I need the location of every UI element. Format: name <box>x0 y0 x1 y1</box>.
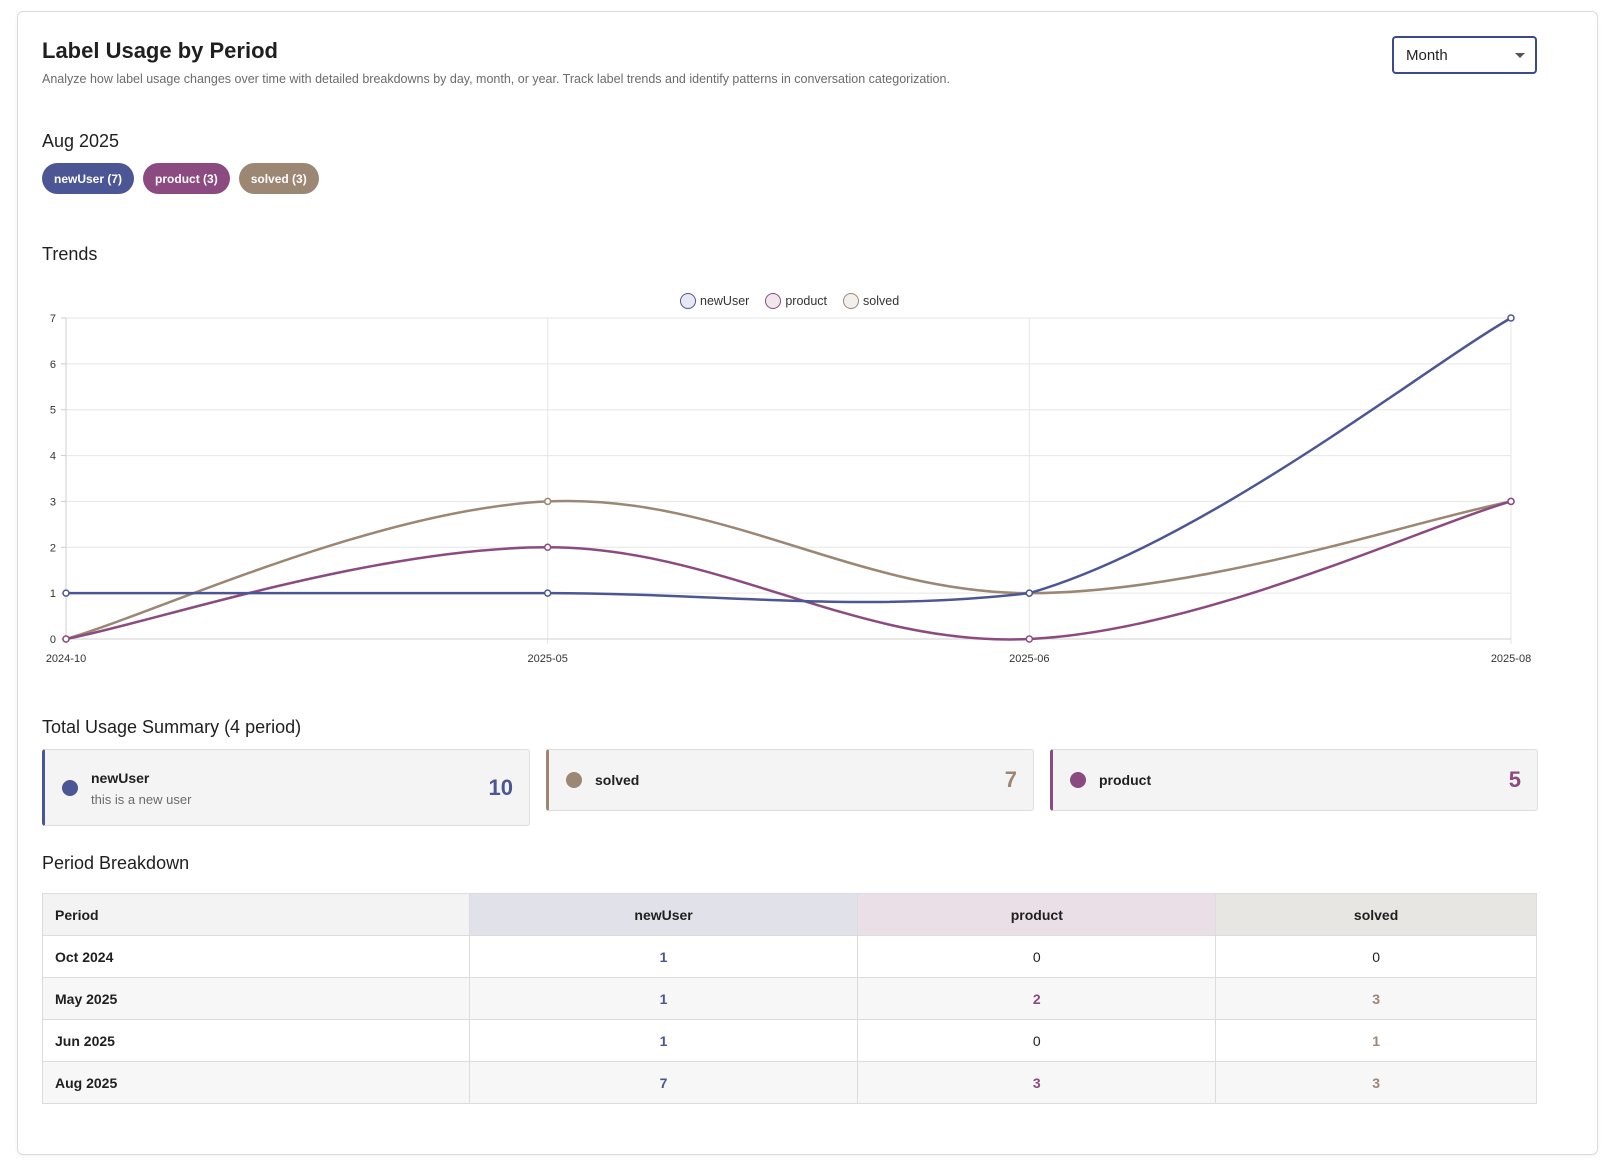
data-point[interactable] <box>543 589 552 597</box>
table-row: May 2025 1 2 3 <box>42 977 1537 1020</box>
y-tick-label: 3 <box>50 496 56 508</box>
chevron-down-icon <box>1515 53 1525 58</box>
count-cell: 0 <box>857 935 1217 978</box>
series-line-solved <box>65 499 1512 641</box>
period-granularity-select[interactable]: Month <box>1392 36 1537 74</box>
label-color-dot <box>566 772 582 788</box>
y-tick-label: 5 <box>50 405 56 417</box>
table-row: Jun 2025 1 0 1 <box>42 1019 1537 1062</box>
summary-count: 10 <box>488 775 513 800</box>
count-cell: 1 <box>468 977 859 1020</box>
breakdown-title: Period Breakdown <box>42 853 190 873</box>
count-cell: 3 <box>1215 1061 1537 1104</box>
x-tick-label: 2024-10 <box>46 653 86 665</box>
summary-card-newUser: newUser this is a new user 10 <box>42 749 530 826</box>
count-cell: 2 <box>857 977 1217 1020</box>
summary-label-name: product <box>1099 772 1152 788</box>
series-line-product <box>65 500 1512 641</box>
summary-card-solved: solved 7 <box>546 749 1034 811</box>
y-tick-label: 1 <box>50 588 56 600</box>
summary-label-description: this is a new user <box>91 792 192 807</box>
y-tick-label: 7 <box>50 313 56 325</box>
period-granularity-value: Month <box>1406 47 1448 64</box>
data-point[interactable] <box>543 543 552 552</box>
label-chip[interactable]: newUser (7) <box>42 163 135 194</box>
table-row: Aug 2025 7 3 3 <box>42 1061 1537 1104</box>
count-cell: 1 <box>468 935 859 978</box>
period-cell: May 2025 <box>42 977 470 1020</box>
x-tick-label: 2025-06 <box>1009 653 1049 665</box>
current-period-chips: newUser (7) product (3) solved (3) <box>42 163 319 194</box>
x-tick-label: 2025-05 <box>527 653 567 665</box>
column-header-product[interactable]: product <box>857 893 1217 936</box>
period-cell: Jun 2025 <box>42 1019 470 1062</box>
label-chip[interactable]: solved (3) <box>238 163 319 194</box>
period-cell: Aug 2025 <box>42 1061 470 1104</box>
y-tick-label: 0 <box>50 634 56 646</box>
data-point[interactable] <box>62 589 70 597</box>
count-cell: 3 <box>1215 977 1537 1020</box>
data-point[interactable] <box>1025 589 1034 597</box>
data-point[interactable] <box>1507 497 1515 506</box>
summary-count: 5 <box>1508 767 1521 792</box>
summary-title: Total Usage Summary (4 period) <box>42 717 302 737</box>
y-tick-label: 2 <box>50 542 56 554</box>
trends-line-chart: 0 1 2 3 4 5 6 7 2024-10 2025-05 2025-06 2025-08 <box>46 313 1531 665</box>
column-header-newUser[interactable]: newUser <box>468 893 859 936</box>
column-header-Period[interactable]: Period <box>42 893 470 936</box>
count-cell: 1 <box>468 1019 859 1062</box>
series-line-newUser <box>65 316 1512 604</box>
count-cell: 0 <box>857 1019 1217 1062</box>
summary-label-name: solved <box>595 772 640 788</box>
period-breakdown-table: Period newUser product solved Oct 2024 1 0 0 Ma… <box>42 893 1537 1104</box>
table-header-row: Period newUser product solved <box>42 893 1537 936</box>
page-subtitle: Analyze how label usage changes over tim… <box>42 72 950 86</box>
data-point[interactable] <box>1507 314 1515 322</box>
data-point[interactable] <box>1025 635 1034 643</box>
summary-card-product: product 5 <box>1050 749 1538 811</box>
trends-title: Trends <box>42 244 98 264</box>
count-cell: 0 <box>1215 935 1537 978</box>
x-tick-label: 2025-08 <box>1491 653 1531 665</box>
label-usage-card: Label Usage by Period Analyze how label … <box>17 11 1598 1155</box>
label-color-dot <box>1070 772 1086 788</box>
count-cell: 3 <box>857 1061 1217 1104</box>
series-product <box>62 497 1515 643</box>
summary-count: 7 <box>1004 767 1017 792</box>
label-color-dot <box>62 780 78 796</box>
chart-grid: 0 1 2 3 4 5 6 7 2024-10 2025-05 2025-06 2025-08 <box>46 313 1531 665</box>
series-solved <box>62 497 1515 643</box>
data-point[interactable] <box>543 497 552 506</box>
y-tick-label: 4 <box>50 451 56 463</box>
count-cell: 1 <box>1215 1019 1537 1062</box>
label-chip[interactable]: product (3) <box>143 163 230 194</box>
data-point[interactable] <box>62 635 70 643</box>
page-title: Label Usage by Period <box>42 38 278 63</box>
summary-label-name: newUser <box>91 770 150 786</box>
series-newUser <box>62 314 1515 604</box>
current-period-title: Aug 2025 <box>42 131 120 151</box>
period-cell: Oct 2024 <box>42 935 470 978</box>
y-tick-label: 6 <box>50 359 56 371</box>
count-cell: 7 <box>468 1061 859 1104</box>
column-header-solved[interactable]: solved <box>1215 893 1537 936</box>
usage-summary: newUser this is a new user 10 solved 7 produc… <box>42 749 1538 826</box>
table-row: Oct 2024 1 0 0 <box>42 935 1537 978</box>
